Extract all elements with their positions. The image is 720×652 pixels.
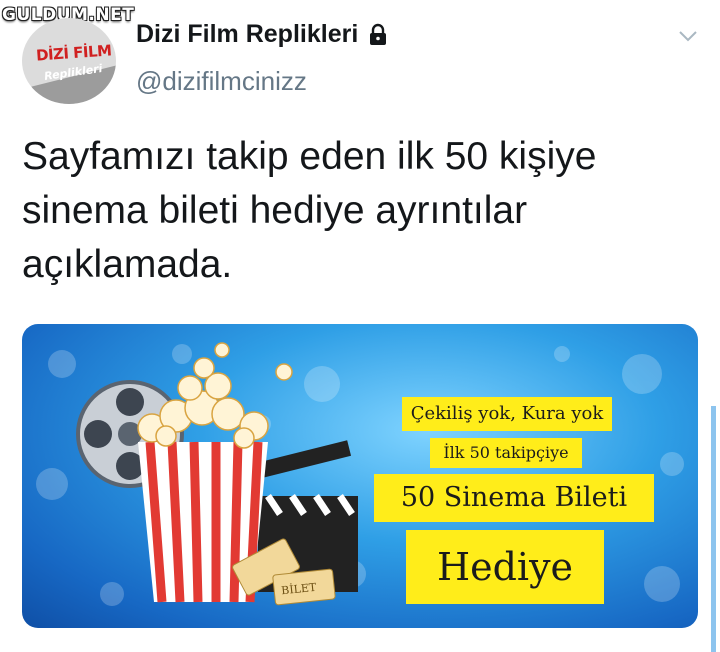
scrollbar[interactable] [711, 406, 716, 652]
tweet-text-line: sinema bileti hediye ayrıntılar [22, 189, 528, 232]
promo-banner-line: İlk 50 takipçiye [430, 438, 582, 468]
tweet-text-line: Sayfamızı takip eden ilk 50 kişiye [22, 135, 597, 178]
promo-banner-line: Çekiliş yok, Kura yok [402, 397, 612, 431]
display-name[interactable]: Dizi Film Replikleri [136, 20, 358, 49]
promo-banner-headline: 50 Sinema Bileti [374, 474, 654, 522]
tweet-media-image[interactable]: BİLET Çekiliş yok, Kura yok İlk 50 takip… [22, 324, 698, 628]
tweet-text: Sayfamızı takip eden ilk 50 kişiye sinem… [22, 130, 702, 292]
lock-icon [370, 23, 387, 45]
tweet-text-line: açıklamada. [22, 243, 233, 286]
promo-banner-gift: Hediye [406, 530, 604, 604]
author-name-row: Dizi Film Replikleri [136, 20, 390, 49]
user-handle[interactable]: @dizifilmcinizz [136, 66, 307, 97]
chevron-down-icon[interactable] [676, 24, 700, 48]
avatar[interactable]: DİZİ FİLM Replikleri [22, 18, 116, 104]
